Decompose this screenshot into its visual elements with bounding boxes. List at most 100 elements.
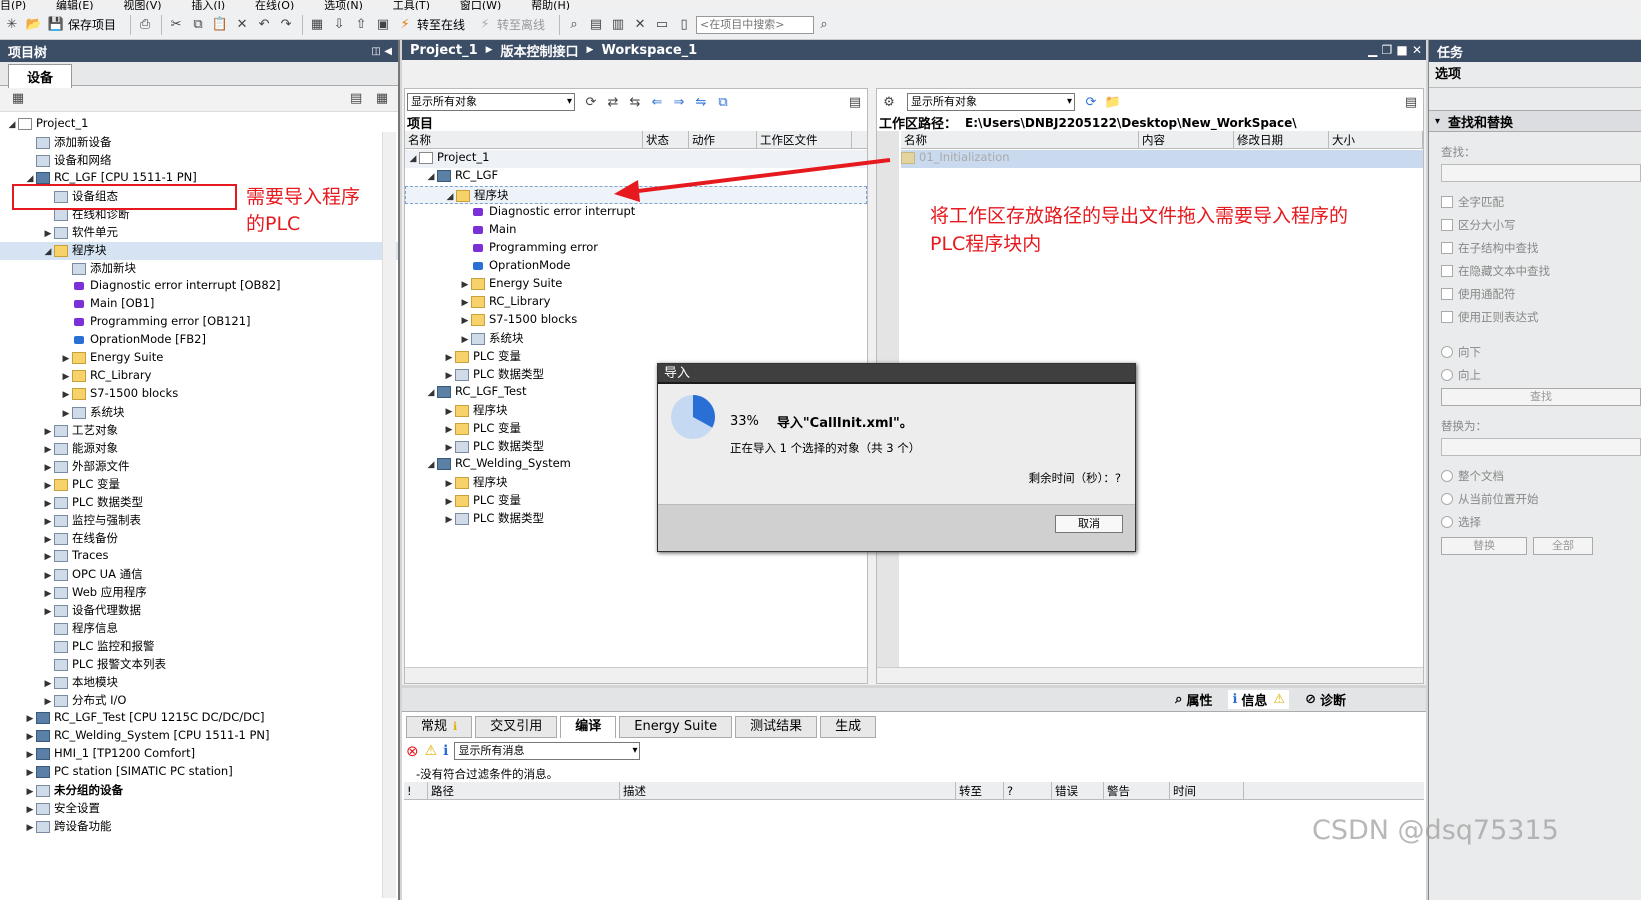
menu-edit[interactable]: 编辑(E) [56, 0, 94, 10]
expand-right-icon[interactable]: ▶ [24, 732, 36, 742]
tree-item[interactable]: PLC 监控和报警 [0, 638, 398, 656]
go-offline-button[interactable]: 转至离线 [497, 16, 545, 33]
expand-down-icon[interactable]: ◢ [6, 120, 18, 130]
tree-scrollbar[interactable] [382, 132, 396, 898]
tree-item[interactable]: 程序信息 [0, 620, 398, 638]
scope-whole-document[interactable]: 整个文档 [1429, 464, 1641, 487]
col-action[interactable]: 动作 [689, 130, 757, 149]
workspace-row[interactable]: 01_Initialization [901, 150, 1423, 168]
pin-icon[interactable]: ◫ [371, 46, 380, 57]
simulation-icon[interactable]: ▣ [373, 15, 393, 35]
col-modified[interactable]: 修改日期 [1234, 130, 1329, 149]
expand-right-icon[interactable]: ▶ [42, 427, 54, 437]
col-name[interactable]: 名称 [405, 130, 643, 149]
tree-item[interactable]: ▶ 本地模块 [0, 674, 398, 692]
checkbox[interactable] [1441, 287, 1453, 300]
workspace-h-scrollbar[interactable] [877, 667, 1423, 683]
replace-button[interactable]: 替换 [1441, 537, 1527, 555]
expand-right-icon[interactable]: ▶ [60, 390, 72, 400]
col-workspace-file[interactable]: 工作区文件 [757, 130, 852, 149]
expand-right-icon[interactable]: ▶ [42, 679, 54, 689]
project-row[interactable]: Programming error [405, 240, 867, 258]
col-content[interactable]: 内容 [1139, 130, 1234, 149]
tree-item[interactable]: ▶ 工艺对象 [0, 422, 398, 440]
info-filter-icon[interactable]: ℹ [443, 743, 448, 759]
search-hidden-text[interactable]: 在隐藏文本中查找 [1429, 259, 1641, 282]
find-button[interactable]: 查找 [1441, 388, 1641, 406]
open-project-icon[interactable]: 📂 [24, 15, 44, 35]
split-horizontal-icon[interactable]: ▭ [652, 15, 672, 35]
tree-item[interactable]: ▶ 设备代理数据 [0, 602, 398, 620]
menu-options[interactable]: 选项(N) [324, 0, 363, 10]
split-vertical-icon[interactable]: ▯ [674, 15, 694, 35]
go-offline-icon[interactable]: ⚡ [475, 15, 495, 35]
tree-item[interactable]: ▶ OPC UA 通信 [0, 566, 398, 584]
collapse-icon[interactable]: ▾ [1435, 116, 1440, 127]
find-input[interactable] [1441, 164, 1641, 182]
expand-right-icon[interactable]: ▶ [60, 354, 72, 364]
expand-right-icon[interactable]: ▶ [24, 750, 36, 760]
tree-item[interactable]: ▶ 能源对象 [0, 440, 398, 458]
col-size[interactable]: 大小 [1329, 130, 1423, 149]
tree-item[interactable]: OprationMode [FB2] [0, 332, 398, 350]
expand-right-icon[interactable]: ▶ [42, 517, 54, 527]
sync-icon[interactable]: ⇄ [603, 92, 623, 112]
tree-item[interactable]: ▶ RC_Library [0, 368, 398, 386]
save-icon[interactable]: 💾 [46, 15, 66, 35]
project-filter-dropdown[interactable]: 显示所有对象 [407, 93, 575, 111]
menu-view[interactable]: 视图(V) [123, 0, 161, 10]
tree-item[interactable]: ▶ PC station [SIMATIC PC station] [0, 764, 398, 782]
tab-devices[interactable]: 设备 [8, 63, 73, 88]
checkbox[interactable] [1441, 310, 1453, 323]
expand-down-icon[interactable]: ◢ [24, 174, 36, 184]
cancel-button[interactable]: 取消 [1055, 515, 1123, 533]
arrow-left-icon[interactable]: ⇐ [647, 92, 667, 112]
tree-item[interactable]: 设备和网络 [0, 152, 398, 170]
tree-item[interactable]: ▶ 安全设置 [0, 800, 398, 818]
collapse-panel-icon[interactable]: ◀ [384, 46, 392, 57]
restore-icon[interactable]: ❐ [1381, 43, 1392, 57]
use-regex[interactable]: 使用正则表达式 [1429, 305, 1641, 328]
col-flag[interactable]: ! [404, 781, 428, 800]
tree-item[interactable]: ◢ Project_1 [0, 116, 398, 134]
tree-item[interactable]: 添加新设备 [0, 134, 398, 152]
menu-tools[interactable]: 工具(T) [393, 0, 430, 10]
expand-right-icon[interactable]: ▶ [42, 552, 54, 562]
expand-right-icon[interactable]: ▶ [24, 787, 36, 797]
tree-item[interactable]: 添加新块 [0, 260, 398, 278]
menu-help[interactable]: 帮助(H) [531, 0, 570, 10]
compare-icon[interactable]: ▥ [608, 15, 628, 35]
tree-item[interactable]: ▶ 外部源文件 [0, 458, 398, 476]
refresh-icon[interactable]: ⟳ [581, 92, 601, 112]
checkbox[interactable] [1441, 241, 1453, 254]
tab-cross-reference[interactable]: 交叉引用 [475, 716, 558, 738]
network-view-icon[interactable]: ▦ [8, 89, 28, 109]
tree-item[interactable]: ▶ 未分组的设备 [0, 782, 398, 800]
expand-down-icon[interactable]: ◢ [42, 247, 54, 257]
menu-project[interactable]: 目(P) [0, 0, 26, 10]
col-warnings[interactable]: 警告 [1104, 781, 1170, 800]
refresh-icon[interactable]: ⟳ [1081, 92, 1101, 112]
col-status[interactable]: 状态 [643, 130, 689, 149]
expand-right-icon[interactable]: ▶ [60, 409, 72, 419]
open-folder-icon[interactable]: 📁 [1103, 92, 1123, 112]
col-path[interactable]: 路径 [428, 781, 620, 800]
minimize-icon[interactable]: ▁ [1368, 43, 1377, 57]
panel-options-icon[interactable]: ▤ [1401, 92, 1421, 112]
col-description[interactable]: 描述 [620, 781, 956, 800]
breadcrumb-project[interactable]: Project_1 [410, 43, 478, 58]
expand-right-icon[interactable]: ▶ [42, 535, 54, 545]
workspace-settings-icon[interactable]: ⚙ [879, 92, 899, 112]
project-search-input[interactable] [696, 15, 815, 34]
undo-icon[interactable]: ↶ [254, 15, 274, 35]
expand-right-icon[interactable]: ▶ [42, 589, 54, 599]
tree-options-icon[interactable]: ▦ [372, 89, 392, 109]
tree-item[interactable]: ▶ PLC 数据类型 [0, 494, 398, 512]
search-go-icon[interactable]: ⌕ [814, 15, 834, 35]
tree-item[interactable]: ▶ Traces [0, 548, 398, 566]
go-online-button[interactable]: 转至在线 [417, 16, 465, 33]
breadcrumb-workspace[interactable]: Workspace_1 [601, 43, 697, 58]
tree-item[interactable]: ▶ HMI_1 [TP1200 Comfort] [0, 746, 398, 764]
tab-compile[interactable]: 编译 [560, 716, 617, 738]
tab-info[interactable]: ℹ 信息 ⚠ [1228, 690, 1290, 709]
